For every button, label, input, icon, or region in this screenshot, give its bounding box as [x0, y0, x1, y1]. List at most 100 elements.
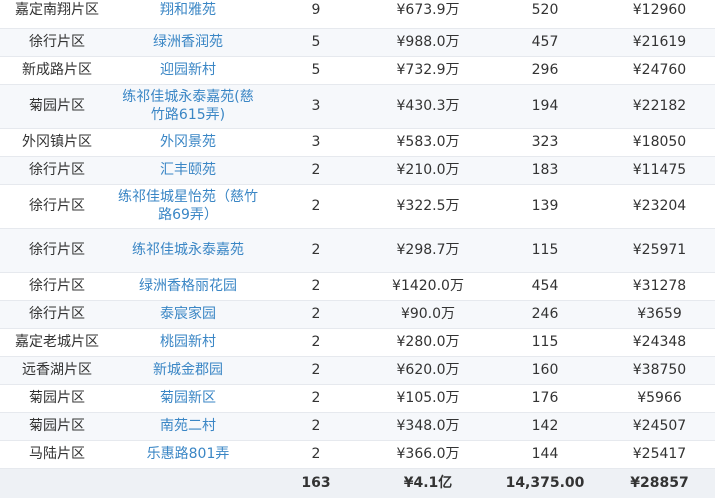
- count-cell: 2: [262, 300, 370, 329]
- area-cell: 246: [486, 300, 604, 329]
- totals-blank-cell: [114, 467, 262, 498]
- estate-link[interactable]: 乐惠路801弄: [114, 440, 262, 469]
- avg-price-cell: ¥11475: [604, 156, 715, 185]
- district-cell: 徐行片区: [0, 228, 114, 273]
- avg-price-cell: ¥24760: [604, 56, 715, 85]
- total-price-cell: ¥366.0万: [370, 440, 486, 469]
- table-row: 徐行片区 泰宸家园 2 ¥90.0万 246 ¥3659: [0, 300, 715, 329]
- avg-price-cell: ¥31278: [604, 272, 715, 301]
- area-cell: 176: [486, 384, 604, 413]
- estate-link[interactable]: 汇丰颐苑: [114, 156, 262, 185]
- total-price-cell: ¥90.0万: [370, 300, 486, 329]
- avg-price-cell: ¥21619: [604, 28, 715, 57]
- total-price-cell: ¥210.0万: [370, 156, 486, 185]
- estate-link[interactable]: 练祁佳城永泰嘉苑: [114, 228, 262, 273]
- count-cell: 2: [262, 440, 370, 469]
- table-row: 新成路片区 迎园新村 5 ¥732.9万 296 ¥24760: [0, 56, 715, 85]
- table-row: 菊园片区 菊园新区 2 ¥105.0万 176 ¥5966: [0, 384, 715, 413]
- totals-row: 163 ¥4.1亿 14,375.00 ¥28857: [0, 467, 715, 498]
- count-cell: 3: [262, 84, 370, 129]
- estate-link[interactable]: 南苑二村: [114, 412, 262, 441]
- total-count-cell: 163: [262, 467, 370, 498]
- table-row: 嘉定老城片区 桃园新村 2 ¥280.0万 115 ¥24348: [0, 328, 715, 357]
- count-cell: 3: [262, 128, 370, 157]
- table-row: 徐行片区 汇丰颐苑 2 ¥210.0万 183 ¥11475: [0, 156, 715, 185]
- estate-link[interactable]: 迎园新村: [114, 56, 262, 85]
- count-cell: 5: [262, 56, 370, 85]
- total-price-cell: ¥430.3万: [370, 84, 486, 129]
- estate-link[interactable]: 外冈景苑: [114, 128, 262, 157]
- count-cell: 2: [262, 356, 370, 385]
- estate-link[interactable]: 菊园新区: [114, 384, 262, 413]
- table-row: 徐行片区 绿洲香润苑 5 ¥988.0万 457 ¥21619: [0, 28, 715, 57]
- table-row: 马陆片区 乐惠路801弄 2 ¥366.0万 144 ¥25417: [0, 440, 715, 469]
- area-cell: 115: [486, 228, 604, 273]
- district-cell: 菊园片区: [0, 84, 114, 129]
- district-cell: 新成路片区: [0, 56, 114, 85]
- district-cell: 嘉定南翔片区: [0, 0, 114, 29]
- table-row: 菊园片区 南苑二村 2 ¥348.0万 142 ¥24507: [0, 412, 715, 441]
- table-row: 外冈镇片区 外冈景苑 3 ¥583.0万 323 ¥18050: [0, 128, 715, 157]
- estate-link[interactable]: 练祁佳城星怡苑（慈竹路69弄）: [114, 184, 262, 229]
- district-cell: 外冈镇片区: [0, 128, 114, 157]
- table-row: 远香湖片区 新城金郡园 2 ¥620.0万 160 ¥38750: [0, 356, 715, 385]
- avg-price-cell: ¥22182: [604, 84, 715, 129]
- area-cell: 520: [486, 0, 604, 29]
- estate-link[interactable]: 绿洲香润苑: [114, 28, 262, 57]
- area-cell: 144: [486, 440, 604, 469]
- estate-link[interactable]: 翔和雅苑: [114, 0, 262, 29]
- estate-link[interactable]: 练祁佳城永泰嘉苑(慈竹路615弄): [114, 84, 262, 129]
- avg-price-cell: ¥5966: [604, 384, 715, 413]
- estate-link[interactable]: 泰宸家园: [114, 300, 262, 329]
- estate-link[interactable]: 绿洲香格丽花园: [114, 272, 262, 301]
- district-cell: 马陆片区: [0, 440, 114, 469]
- district-cell: 徐行片区: [0, 300, 114, 329]
- district-cell: 徐行片区: [0, 272, 114, 301]
- totals-blank-cell: [0, 467, 114, 498]
- area-cell: 160: [486, 356, 604, 385]
- listing-table: 嘉定南翔片区 翔和雅苑 9 ¥673.9万 520 ¥12960 徐行片区 绿洲…: [0, 0, 715, 498]
- total-price-cell: ¥1420.0万: [370, 272, 486, 301]
- avg-price-cell: ¥38750: [604, 356, 715, 385]
- count-cell: 2: [262, 272, 370, 301]
- total-avg-price-cell: ¥28857: [604, 467, 715, 498]
- total-price-cell: ¥105.0万: [370, 384, 486, 413]
- avg-price-cell: ¥25417: [604, 440, 715, 469]
- total-price-cell: ¥620.0万: [370, 356, 486, 385]
- avg-price-cell: ¥12960: [604, 0, 715, 29]
- estate-link[interactable]: 新城金郡园: [114, 356, 262, 385]
- count-cell: 2: [262, 156, 370, 185]
- district-cell: 菊园片区: [0, 412, 114, 441]
- area-cell: 194: [486, 84, 604, 129]
- total-price-cell: ¥298.7万: [370, 228, 486, 273]
- area-cell: 454: [486, 272, 604, 301]
- table-row: 嘉定南翔片区 翔和雅苑 9 ¥673.9万 520 ¥12960: [0, 0, 715, 29]
- count-cell: 9: [262, 0, 370, 29]
- area-cell: 139: [486, 184, 604, 229]
- district-cell: 徐行片区: [0, 156, 114, 185]
- count-cell: 2: [262, 412, 370, 441]
- total-price-cell: ¥280.0万: [370, 328, 486, 357]
- district-cell: 远香湖片区: [0, 356, 114, 385]
- total-area-cell: 14,375.00: [486, 467, 604, 498]
- table-row: 徐行片区 绿洲香格丽花园 2 ¥1420.0万 454 ¥31278: [0, 272, 715, 301]
- total-price-cell: ¥732.9万: [370, 56, 486, 85]
- total-price-cell: ¥348.0万: [370, 412, 486, 441]
- district-cell: 徐行片区: [0, 28, 114, 57]
- total-price-cell: ¥583.0万: [370, 128, 486, 157]
- table-row: 徐行片区 练祁佳城星怡苑（慈竹路69弄） 2 ¥322.5万 139 ¥2320…: [0, 184, 715, 229]
- count-cell: 5: [262, 28, 370, 57]
- estate-link[interactable]: 桃园新村: [114, 328, 262, 357]
- district-cell: 徐行片区: [0, 184, 114, 229]
- area-cell: 457: [486, 28, 604, 57]
- count-cell: 2: [262, 228, 370, 273]
- table-row: 徐行片区 练祁佳城永泰嘉苑 2 ¥298.7万 115 ¥25971: [0, 228, 715, 273]
- area-cell: 183: [486, 156, 604, 185]
- avg-price-cell: ¥24348: [604, 328, 715, 357]
- count-cell: 2: [262, 328, 370, 357]
- table-body: 嘉定南翔片区 翔和雅苑 9 ¥673.9万 520 ¥12960 徐行片区 绿洲…: [0, 0, 715, 498]
- avg-price-cell: ¥24507: [604, 412, 715, 441]
- avg-price-cell: ¥25971: [604, 228, 715, 273]
- total-price-sum-cell: ¥4.1亿: [370, 467, 486, 498]
- count-cell: 2: [262, 384, 370, 413]
